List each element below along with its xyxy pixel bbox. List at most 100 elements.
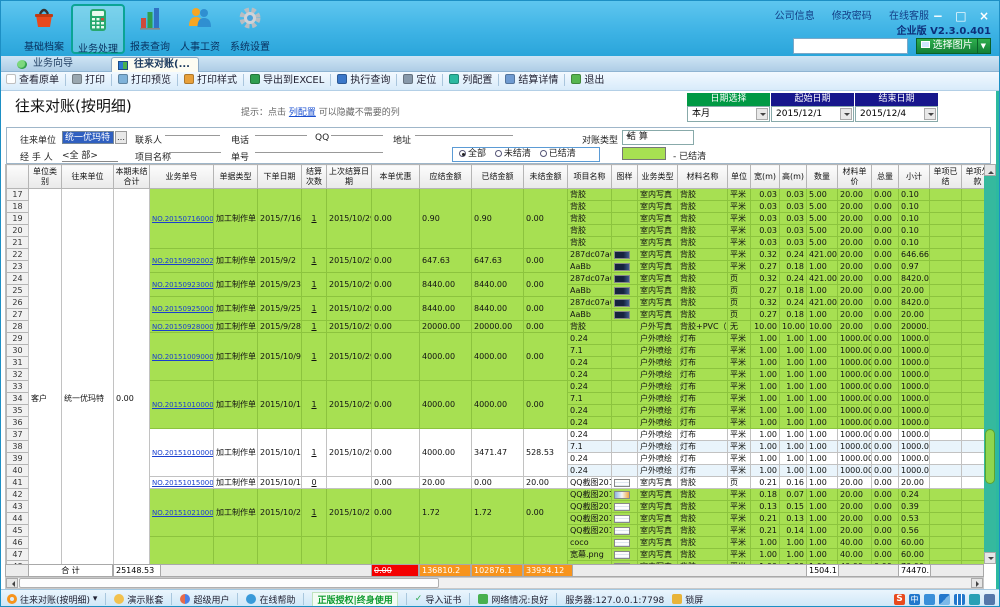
- radio-all[interactable]: 全部: [459, 148, 486, 161]
- account-set[interactable]: 演示账套: [114, 593, 163, 606]
- signal-icon[interactable]: [939, 594, 950, 605]
- col-header-17[interactable]: 单位: [728, 165, 751, 189]
- row-number[interactable]: 22: [7, 249, 29, 261]
- toolbar-10[interactable]: 退出: [566, 72, 609, 90]
- doc-number-link[interactable]: NO.201510150004: [152, 479, 214, 487]
- settle-times-link[interactable]: 1: [311, 400, 316, 409]
- toolbar-3[interactable]: 打印预览: [113, 72, 176, 90]
- row-number[interactable]: 24: [7, 273, 29, 285]
- col-header-14[interactable]: 图样: [612, 165, 638, 189]
- row-number[interactable]: 32: [7, 369, 29, 381]
- settle-times-link[interactable]: 1: [311, 322, 316, 331]
- col-header-19[interactable]: 高(m): [780, 165, 807, 189]
- col-header-6[interactable]: 下单日期: [258, 165, 302, 189]
- acct-type-select[interactable]: 结 算: [622, 130, 694, 145]
- scroll-left-icon[interactable]: [6, 578, 18, 588]
- col-header-9[interactable]: 本单优惠: [372, 165, 420, 189]
- pick-image-dropdown-icon[interactable]: ▼: [977, 39, 986, 53]
- radio-settled[interactable]: 已结清: [540, 148, 576, 161]
- keyboard-icon[interactable]: [954, 594, 965, 605]
- col-header-11[interactable]: 已结金额: [472, 165, 524, 189]
- toolbar-2[interactable]: 打印: [67, 72, 110, 90]
- screenshot-icon[interactable]: [969, 594, 980, 605]
- sample-image[interactable]: [614, 515, 630, 523]
- sample-image[interactable]: [614, 287, 630, 295]
- col-header-8[interactable]: 上次结算日期: [327, 165, 372, 189]
- horizontal-scrollbar[interactable]: [5, 577, 984, 589]
- sample-image[interactable]: [614, 251, 630, 259]
- row-number[interactable]: 37: [7, 429, 29, 441]
- col-header-3[interactable]: 本期未结合计: [114, 165, 150, 189]
- row-number[interactable]: 45: [7, 525, 29, 537]
- radio-unsettled[interactable]: 未结清: [495, 148, 531, 161]
- sample-image[interactable]: [614, 539, 630, 547]
- row-number[interactable]: 44: [7, 513, 29, 525]
- chevron-down-icon[interactable]: [756, 108, 768, 120]
- row-number[interactable]: 38: [7, 441, 29, 453]
- row-number[interactable]: 46: [7, 537, 29, 549]
- sample-image[interactable]: [614, 311, 630, 319]
- col-header-21[interactable]: 材料单价: [838, 165, 872, 189]
- lock-screen[interactable]: 锁屏: [672, 593, 703, 606]
- change-password-link[interactable]: 修改密码: [832, 11, 872, 22]
- unit-value-input[interactable]: 统一优玛特: [62, 131, 114, 144]
- col-header-13[interactable]: 项目名称: [568, 165, 612, 189]
- sample-image[interactable]: [614, 491, 630, 499]
- sample-image[interactable]: [614, 503, 630, 511]
- scroll-up-icon[interactable]: [984, 164, 996, 176]
- col-header-rownum[interactable]: [7, 165, 29, 189]
- row-number[interactable]: 40: [7, 465, 29, 477]
- row-number[interactable]: 27: [7, 309, 29, 321]
- row-number[interactable]: 39: [7, 453, 29, 465]
- doc-number-link[interactable]: NO.201509280001: [152, 323, 214, 331]
- sample-image[interactable]: [614, 527, 630, 535]
- handler-value[interactable]: <全 部>: [62, 148, 118, 162]
- row-number[interactable]: 18: [7, 201, 29, 213]
- address-input[interactable]: [415, 125, 513, 136]
- phone-input[interactable]: [255, 125, 307, 136]
- nav-report-query[interactable]: 报表查询: [123, 4, 177, 54]
- toolbar-7[interactable]: 定位: [398, 72, 441, 90]
- col-header-1[interactable]: 单位类别: [29, 165, 62, 189]
- row-number[interactable]: 23: [7, 261, 29, 273]
- contact-input[interactable]: [165, 125, 220, 136]
- col-header-24[interactable]: 单项已结: [930, 165, 962, 189]
- image-search-input[interactable]: [793, 38, 908, 54]
- settle-times-link[interactable]: 1: [311, 508, 316, 517]
- minimize-button[interactable]: −: [929, 9, 947, 23]
- col-header-25[interactable]: 单项欠款: [962, 165, 985, 189]
- tab-business-wizard[interactable]: 业务向导: [11, 57, 81, 72]
- doc-number-link[interactable]: NO.201510090002: [152, 353, 214, 361]
- toolbar-9[interactable]: 结算详情: [500, 72, 563, 90]
- scroll-right-icon[interactable]: [971, 578, 983, 588]
- unit-browse-button[interactable]: …: [115, 131, 127, 144]
- sample-image[interactable]: [614, 299, 630, 307]
- row-number[interactable]: 29: [7, 333, 29, 345]
- doc-number-link[interactable]: NO.201509020021: [152, 257, 214, 265]
- import-certificate[interactable]: ✓导入证书: [415, 593, 462, 606]
- row-number[interactable]: 17: [7, 189, 29, 201]
- col-header-23[interactable]: 小计: [899, 165, 930, 189]
- doc-number-link[interactable]: NO.201507160001: [152, 215, 214, 223]
- settle-times-link[interactable]: 1: [311, 352, 316, 361]
- horizontal-scroll-thumb[interactable]: [19, 578, 439, 588]
- settle-times-link[interactable]: 1: [311, 448, 316, 457]
- row-number[interactable]: 26: [7, 297, 29, 309]
- col-header-22[interactable]: 总量: [872, 165, 899, 189]
- doc-number-link[interactable]: NO.201510100002: [152, 449, 214, 457]
- tab-reconciliation[interactable]: 往来对账(...: [111, 57, 199, 72]
- toolbar-8[interactable]: 列配置: [444, 72, 497, 90]
- row-number[interactable]: 41: [7, 477, 29, 489]
- col-header-18[interactable]: 宽(m): [751, 165, 780, 189]
- doc-number-link[interactable]: NO.201510100001: [152, 401, 214, 409]
- col-header-5[interactable]: 单据类型: [214, 165, 258, 189]
- nav-basic-archives[interactable]: 基础档案: [17, 4, 71, 54]
- row-number[interactable]: 30: [7, 345, 29, 357]
- row-number[interactable]: 20: [7, 225, 29, 237]
- col-header-15[interactable]: 业务类型: [638, 165, 678, 189]
- row-number[interactable]: 19: [7, 213, 29, 225]
- doc-number-link[interactable]: NO.201509250001: [152, 305, 214, 313]
- ime-icon[interactable]: 中: [909, 594, 920, 605]
- col-header-7[interactable]: 结算次数: [302, 165, 327, 189]
- col-header-12[interactable]: 未结金额: [524, 165, 568, 189]
